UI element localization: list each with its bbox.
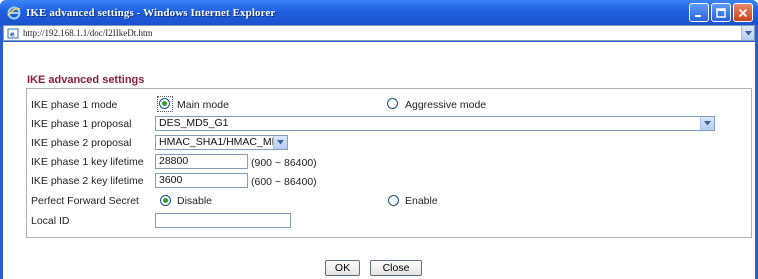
phase1-proposal-label: IKE phase 1 proposal bbox=[31, 118, 132, 130]
local-id-input[interactable] bbox=[155, 213, 291, 228]
phase1-lifetime-input[interactable]: 28800 bbox=[155, 154, 248, 169]
title-bar: IKE advanced settings - Windows Internet… bbox=[0, 0, 758, 25]
close-window-button[interactable] bbox=[733, 3, 753, 22]
main-mode-radio[interactable] bbox=[159, 98, 170, 109]
chevron-down-icon bbox=[704, 121, 711, 126]
pfs-enable-radio[interactable] bbox=[388, 195, 399, 206]
settings-panel: IKE phase 1 mode Main mode Aggressive mo… bbox=[26, 88, 752, 238]
pfs-disable-label: Disable bbox=[177, 195, 213, 207]
phase2-proposal-label: IKE phase 2 proposal bbox=[31, 137, 132, 149]
section-heading: IKE advanced settings bbox=[27, 74, 145, 86]
aggressive-mode-label: Aggressive mode bbox=[405, 99, 487, 111]
close-button[interactable]: Close bbox=[370, 260, 422, 276]
minimize-icon bbox=[695, 14, 701, 17]
phase1-mode-label: IKE phase 1 mode bbox=[31, 99, 118, 111]
aggressive-mode-radio[interactable] bbox=[387, 98, 398, 109]
main-mode-label: Main mode bbox=[177, 99, 229, 111]
ok-button[interactable]: OK bbox=[325, 260, 360, 276]
window-title: IKE advanced settings - Windows Internet… bbox=[26, 6, 276, 19]
maximize-icon bbox=[716, 7, 726, 18]
phase2-lifetime-range: (600 ~ 86400) bbox=[251, 176, 317, 188]
close-icon bbox=[738, 8, 748, 17]
minimize-button[interactable] bbox=[689, 3, 709, 22]
phase1-lifetime-label: IKE phase 1 key lifetime bbox=[31, 156, 144, 168]
phase2-proposal-value: HMAC_SHA1/HMAC_MD5 bbox=[159, 136, 286, 148]
local-id-label: Local ID bbox=[31, 215, 70, 227]
address-url[interactable]: http://192.168.1.1/doc/I2IIkeDt.htm bbox=[23, 28, 153, 38]
phase1-proposal-dropdown-button[interactable] bbox=[700, 117, 714, 130]
ie-icon bbox=[6, 5, 22, 21]
phase2-lifetime-input[interactable]: 3600 bbox=[155, 173, 248, 188]
browser-window: IKE advanced settings - Windows Internet… bbox=[0, 0, 758, 279]
address-dropdown-button[interactable] bbox=[741, 26, 754, 40]
phase2-proposal-select[interactable]: HMAC_SHA1/HMAC_MD5 bbox=[155, 135, 288, 150]
window-controls bbox=[689, 3, 753, 22]
chevron-down-icon bbox=[277, 140, 284, 145]
pfs-label: Perfect Forward Secret bbox=[31, 195, 139, 207]
svg-text:e: e bbox=[10, 30, 15, 38]
chevron-down-icon bbox=[744, 30, 752, 35]
phase2-proposal-dropdown-button[interactable] bbox=[273, 136, 287, 149]
phase1-proposal-select[interactable]: DES_MD5_G1 bbox=[155, 116, 715, 131]
pfs-enable-label: Enable bbox=[405, 195, 438, 207]
page-icon: e bbox=[6, 27, 20, 39]
phase2-lifetime-label: IKE phase 2 key lifetime bbox=[31, 175, 144, 187]
address-bar[interactable]: e http://192.168.1.1/doc/I2IIkeDt.htm bbox=[3, 25, 755, 41]
pfs-disable-radio[interactable] bbox=[160, 195, 171, 206]
maximize-button[interactable] bbox=[711, 3, 731, 22]
phase1-lifetime-range: (900 ~ 86400) bbox=[251, 157, 317, 169]
page-content: IKE advanced settings IKE phase 1 mode M… bbox=[3, 42, 755, 279]
phase1-proposal-value: DES_MD5_G1 bbox=[159, 117, 229, 129]
